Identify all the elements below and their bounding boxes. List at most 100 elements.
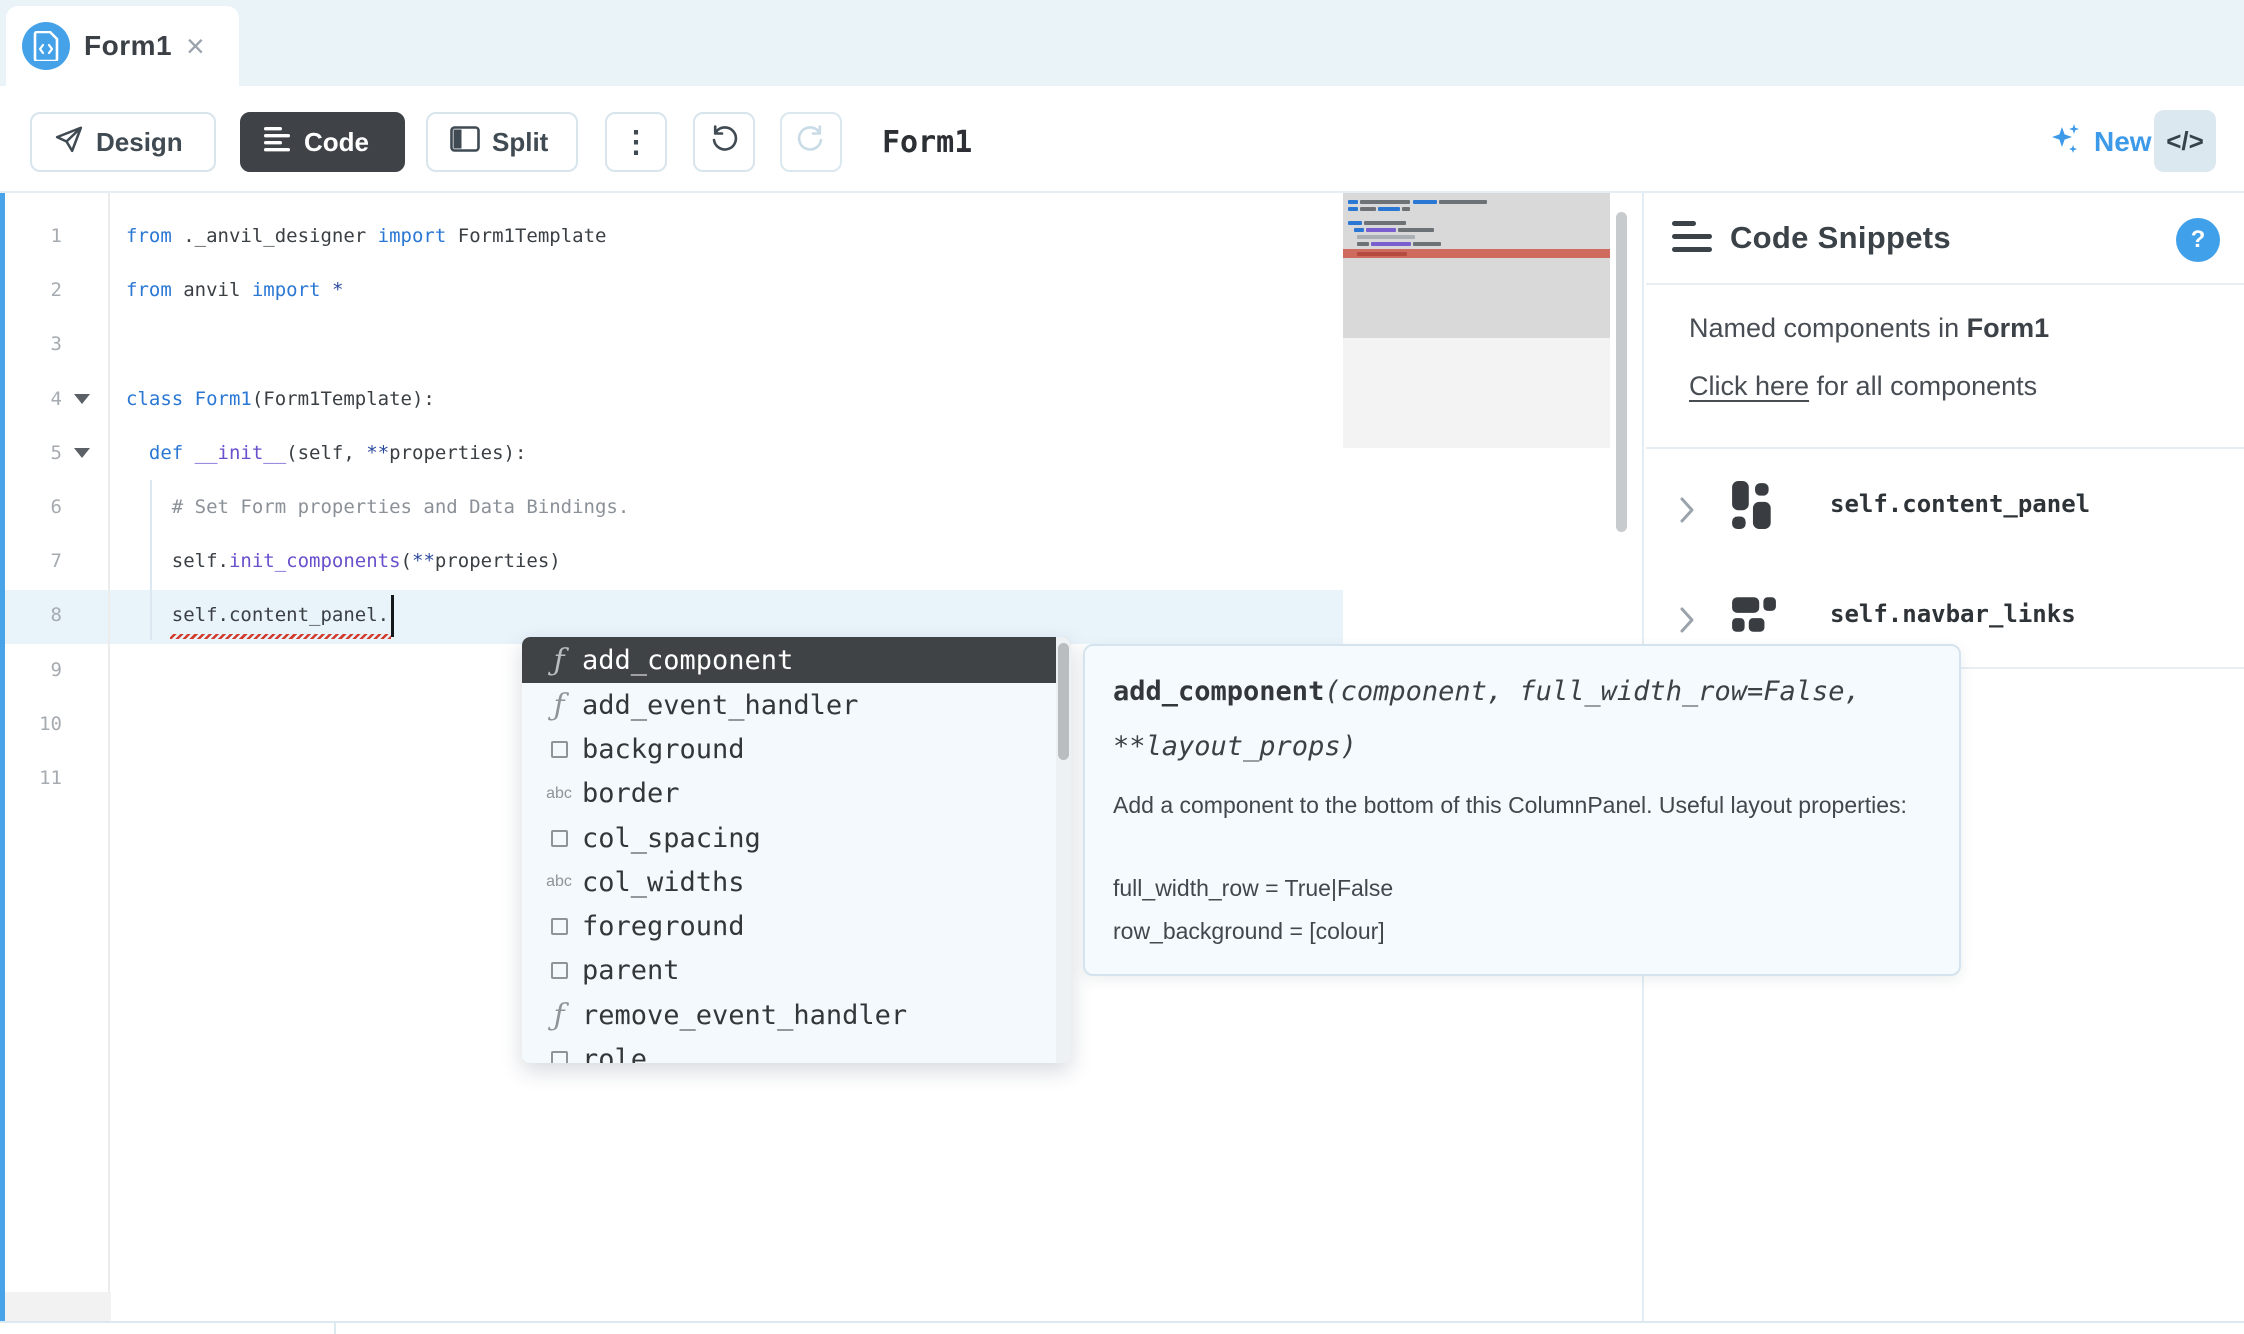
editor-toolbar: Design Code Split ⋮ Form1 New </>: [0, 86, 2244, 193]
line-number: 1: [50, 225, 62, 247]
line-number: 4: [50, 387, 62, 410]
autocomplete-item-label: col_spacing: [582, 822, 761, 854]
more-options-button[interactable]: ⋮: [605, 112, 667, 172]
error-squiggle: [170, 634, 391, 639]
autocomplete-item[interactable]: ƒ add_component: [522, 637, 1071, 683]
autocomplete-item[interactable]: parent: [522, 949, 1071, 993]
help-button[interactable]: ?: [2176, 218, 2220, 262]
autocomplete-item-label: foreground: [582, 911, 745, 943]
property-icon: [536, 1051, 582, 1063]
autocomplete-item-label: background: [582, 733, 745, 765]
minimap-error-band: [1343, 249, 1610, 258]
line-number: 8: [50, 604, 62, 627]
function-icon: ƒ: [553, 997, 565, 1033]
line-number: 2: [50, 279, 62, 302]
split-button[interactable]: Split: [426, 112, 578, 172]
undo-button[interactable]: [693, 112, 755, 172]
line-number: 6: [50, 496, 62, 518]
tab-bar: Form1 ×: [0, 0, 2244, 86]
form-file-icon: [22, 22, 70, 70]
line-number: 9: [50, 658, 62, 681]
autocomplete-item[interactable]: abc border: [522, 772, 1071, 816]
new-button[interactable]: New: [2048, 112, 2152, 172]
autocomplete-list: ƒ add_component ƒ add_event_handler backgrou…: [522, 637, 1071, 1063]
autocomplete-item[interactable]: ƒ add_event_handler: [522, 683, 1071, 727]
design-button[interactable]: Design: [30, 112, 216, 172]
autocomplete-item-label: add_component: [582, 644, 794, 676]
all-components-text: Click here for all components: [1689, 371, 2038, 401]
editor-scrollbar-thumb[interactable]: [1616, 212, 1627, 532]
function-icon: ƒ: [553, 642, 565, 678]
autocomplete-item[interactable]: abc col_widths: [522, 860, 1071, 904]
gutter-separator: [108, 193, 110, 1321]
paper-plane-icon: [54, 124, 84, 161]
anvil-ide-window: Form1 × Design Code Split ⋮ Form1 New </…: [0, 0, 2244, 1334]
string-icon: abc: [546, 873, 572, 891]
minimap-secondary: [1343, 338, 1610, 448]
function-icon: ƒ: [553, 687, 565, 723]
menu-icon[interactable]: [1672, 217, 1712, 257]
code-line: class Form1(Form1Template):: [126, 387, 435, 410]
doc-signature: add_component(component, full_width_row=…: [1113, 664, 1933, 774]
autocomplete-item[interactable]: col_spacing: [522, 816, 1071, 860]
design-label: Design: [96, 126, 183, 157]
autocomplete-scrollbar-track[interactable]: [1056, 637, 1071, 1063]
redo-icon: [796, 124, 826, 161]
doc-body: Add a component to the bottom of this Co…: [1113, 792, 1907, 944]
code-line: # Set Form properties and Data Bindings.: [126, 496, 630, 518]
autocomplete-item-label: col_widths: [582, 866, 745, 898]
named-components-text: Named components in Form1: [1689, 313, 2050, 343]
tab-close-icon[interactable]: ×: [178, 6, 213, 86]
tab-title: Form1: [84, 30, 173, 61]
new-label: New: [2094, 126, 2152, 157]
fold-arrow-icon[interactable]: [74, 393, 90, 404]
sparkles-icon: [2048, 121, 2084, 164]
autocomplete-item-label: add_event_handler: [582, 689, 859, 721]
header-divider: [1646, 283, 2244, 285]
tab-form1[interactable]: Form1 ×: [6, 6, 239, 86]
line-number: 7: [50, 550, 62, 573]
fold-arrow-icon[interactable]: [74, 447, 90, 458]
code-line: from ._anvil_designer import Form1Templa…: [126, 225, 607, 247]
autocomplete-item-label: parent: [582, 955, 680, 987]
flow-panel-icon: [1729, 591, 1779, 644]
autocomplete-item[interactable]: background: [522, 727, 1071, 771]
minimap-viewport: [1343, 193, 1610, 338]
autocomplete-scrollbar-thumb[interactable]: [1058, 643, 1069, 760]
snippets-title: Code Snippets: [1730, 220, 1951, 255]
autocomplete-item-label: role: [582, 1044, 648, 1063]
snippets-header: Code Snippets ?: [1646, 193, 2244, 283]
property-icon: [536, 829, 582, 847]
hscroll-corner: [5, 1292, 111, 1321]
line-number: 10: [39, 712, 62, 735]
autocomplete-item[interactable]: foreground: [522, 904, 1071, 948]
doc-tooltip: add_component(component, full_width_row=…: [1083, 644, 1961, 976]
kebab-icon: ⋮: [621, 125, 651, 159]
code-toggle-button[interactable]: </>: [2154, 110, 2216, 172]
undo-icon: [709, 124, 739, 161]
property-icon: [536, 740, 582, 758]
autocomplete-item-label: border: [582, 778, 680, 810]
doc-signature-name: add_component: [1113, 676, 1325, 707]
component-item-label: self.content_panel: [1830, 490, 2091, 518]
line-number: 5: [50, 441, 62, 464]
autocomplete-item-label: remove_event_handler: [582, 999, 908, 1031]
component-item[interactable]: self.content_panel: [1646, 449, 2244, 559]
property-icon: [536, 962, 582, 980]
code-line: def __init__(self, **properties):: [148, 441, 527, 464]
code-label: Code: [304, 126, 369, 157]
chevron-right-icon[interactable]: [1676, 493, 1698, 532]
autocomplete-item[interactable]: role: [522, 1037, 1071, 1063]
click-here-link[interactable]: Click here: [1689, 371, 1809, 401]
split-view-icon: [450, 125, 480, 159]
autocomplete-dropdown: ƒ add_component ƒ add_event_handler backgrou…: [522, 637, 1071, 1063]
code-button[interactable]: Code: [240, 112, 405, 172]
autocomplete-item[interactable]: ƒ remove_event_handler: [522, 993, 1071, 1037]
column-panel-icon: [1729, 481, 1779, 534]
split-label: Split: [492, 126, 549, 157]
form-title: Form1: [882, 124, 973, 160]
redo-button[interactable]: [780, 112, 842, 172]
chevron-right-icon[interactable]: [1676, 603, 1698, 642]
code-line: self.init_components(**properties): [126, 550, 561, 573]
line-number: 11: [39, 767, 62, 789]
